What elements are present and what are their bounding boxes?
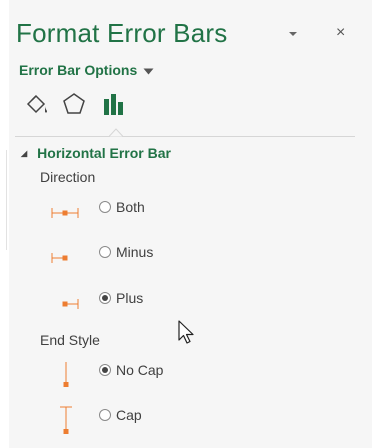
radio-direction-both[interactable]: Both [99, 199, 145, 215]
paint-bucket-icon [23, 91, 49, 122]
radio-label: Minus [116, 244, 154, 260]
radio-direction-plus[interactable]: Plus [99, 290, 143, 306]
direction-minus-icon [51, 253, 68, 263]
bar-chart-icon [101, 91, 127, 122]
tab-divider [15, 136, 355, 137]
collapse-triangle-icon: ◢ [21, 148, 28, 158]
radio-end-style-cap[interactable]: Cap [99, 407, 142, 423]
radio-button[interactable] [99, 246, 111, 258]
section-horizontal-error-bar[interactable]: ◢ Horizontal Error Bar [21, 145, 171, 161]
direction-plus-icon [62, 299, 79, 309]
radio-end-style-no-cap[interactable]: No Cap [99, 362, 163, 378]
radio-label: Cap [116, 407, 142, 423]
radio-label: No Cap [116, 362, 164, 378]
radio-button[interactable] [99, 409, 111, 421]
direction-both-icon [51, 208, 79, 218]
error-bar-options-dropdown[interactable]: Error Bar Options [19, 62, 154, 78]
tab-error-bar-options[interactable] [100, 92, 128, 120]
chevron-down-icon [143, 62, 154, 78]
tab-fill-line[interactable] [22, 92, 50, 120]
direction-label: Direction [40, 169, 96, 185]
radio-button[interactable] [99, 364, 111, 376]
left-edge [0, 0, 9, 448]
radio-label: Both [116, 199, 145, 215]
selected-tab-indicator [109, 128, 123, 137]
close-icon[interactable]: × [336, 24, 345, 42]
pane-title: Format Error Bars [16, 18, 228, 48]
mouse-pointer-icon [178, 320, 194, 344]
section-title: Horizontal Error Bar [37, 145, 171, 161]
tab-effects[interactable] [60, 92, 88, 120]
options-label: Error Bar Options [19, 62, 138, 78]
end-style-label: End Style [40, 332, 100, 348]
format-error-bars-pane: Format Error Bars × Error Bar Options ◢ … [0, 0, 372, 448]
end-style-cap-icon [60, 406, 72, 434]
radio-direction-minus[interactable]: Minus [99, 244, 153, 260]
radio-button[interactable] [99, 292, 111, 304]
radio-label: Plus [116, 290, 144, 306]
end-style-no-cap-icon [63, 362, 69, 387]
task-pane-options-icon[interactable] [287, 28, 299, 40]
radio-button[interactable] [99, 201, 111, 213]
radio-selected-dot [102, 295, 108, 301]
pentagon-icon [61, 91, 87, 122]
radio-selected-dot [102, 367, 108, 373]
